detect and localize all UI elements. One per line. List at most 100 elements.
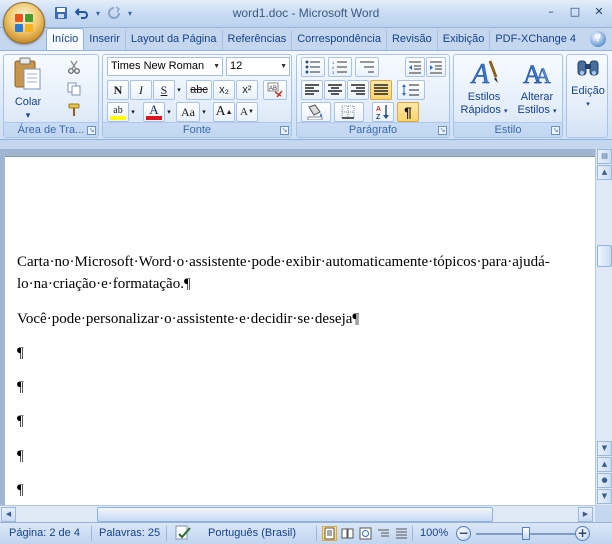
page[interactable]: Carta·no·Microsoft·Word·o·assistente·pod… bbox=[5, 156, 595, 505]
page-count[interactable]: Página: 2 de 4 bbox=[9, 527, 80, 539]
align-center-icon[interactable] bbox=[324, 80, 346, 100]
sort-button[interactable]: AZ bbox=[372, 102, 394, 122]
line-spacing-icon[interactable] bbox=[397, 80, 425, 100]
show-hide-button[interactable]: ¶ bbox=[397, 102, 419, 122]
change-styles-label-1: Alterar bbox=[520, 91, 554, 103]
document-area: Carta·no·Microsoft·Word·o·assistente·pod… bbox=[0, 149, 595, 505]
word-count[interactable]: Palavras: 25 bbox=[99, 527, 160, 539]
title-bar: ▾ ▾ word1.doc - Microsoft Word – □ ✕ bbox=[0, 0, 612, 28]
print-layout-view-icon[interactable] bbox=[322, 526, 337, 541]
zoom-slider-thumb[interactable] bbox=[522, 527, 530, 540]
next-page-icon[interactable]: ▼ bbox=[597, 489, 612, 504]
horizontal-scroll-thumb[interactable] bbox=[97, 507, 493, 522]
scroll-right-icon[interactable]: ▶ bbox=[578, 507, 593, 522]
font-color-button[interactable]: A bbox=[143, 102, 165, 122]
tab-inicio[interactable]: Início bbox=[46, 28, 85, 50]
underline-button[interactable]: S bbox=[153, 80, 175, 100]
paste-button[interactable]: Colar ▾ bbox=[8, 57, 48, 122]
underline-dropdown-icon[interactable]: ▾ bbox=[175, 80, 183, 100]
full-screen-reading-view-icon[interactable] bbox=[340, 526, 355, 541]
doc-line: Carta·no·Microsoft·Word·o·assistente·pod… bbox=[17, 254, 550, 270]
zoom-in-button[interactable]: + bbox=[575, 526, 590, 541]
paste-dropdown-icon[interactable]: ▾ bbox=[8, 109, 48, 122]
draft-view-icon[interactable] bbox=[394, 526, 409, 541]
outline-view-icon[interactable] bbox=[376, 526, 391, 541]
tab-revisao[interactable]: Revisão bbox=[387, 30, 438, 50]
decrease-indent-icon[interactable] bbox=[405, 57, 425, 77]
font-size-dropdown-icon[interactable]: ▼ bbox=[280, 63, 287, 70]
font-launcher-icon[interactable]: ↘ bbox=[280, 126, 289, 135]
doc-line: Você·pode·personalizar·o·assistente·e·de… bbox=[17, 311, 360, 327]
zoom-out-button[interactable]: − bbox=[456, 526, 471, 541]
format-painter-icon[interactable] bbox=[64, 100, 84, 120]
tab-referencias[interactable]: Referências bbox=[223, 30, 293, 50]
align-right-icon[interactable] bbox=[347, 80, 369, 100]
justify-icon[interactable] bbox=[370, 80, 392, 100]
zoom-level[interactable]: 100% bbox=[420, 527, 448, 539]
multilevel-list-icon[interactable] bbox=[355, 57, 379, 77]
tab-inserir[interactable]: Inserir bbox=[84, 30, 126, 50]
previous-page-icon[interactable]: ▲ bbox=[597, 457, 612, 472]
strikethrough-button[interactable]: abc bbox=[186, 80, 212, 100]
change-styles-icon: A A bbox=[523, 60, 552, 89]
help-icon[interactable]: ? bbox=[590, 31, 606, 47]
vertical-scroll-thumb[interactable] bbox=[597, 245, 612, 267]
scroll-up-icon[interactable]: ▲ bbox=[597, 165, 612, 180]
quick-styles-button[interactable]: A Estilos Rápidos ▾ bbox=[458, 57, 510, 118]
web-layout-view-icon[interactable] bbox=[358, 526, 373, 541]
change-styles-button[interactable]: A A Alterar Estilos ▾ bbox=[512, 57, 562, 118]
scroll-down-icon[interactable]: ▼ bbox=[597, 441, 612, 456]
editing-dropdown-icon[interactable]: ▾ bbox=[568, 98, 608, 111]
language-status[interactable]: Português (Brasil) bbox=[208, 527, 296, 539]
tab-correspondencia[interactable]: Correspondência bbox=[292, 30, 387, 50]
bold-button[interactable]: N bbox=[107, 80, 129, 100]
vertical-scrollbar[interactable]: ▤ ▲ ▼ ▲ ● ▼ bbox=[595, 149, 612, 505]
align-left-icon[interactable] bbox=[301, 80, 323, 100]
font-name-combo[interactable]: Times New Roman ▼ bbox=[107, 57, 223, 76]
styles-launcher-icon[interactable]: ↘ bbox=[551, 126, 560, 135]
cut-icon[interactable] bbox=[64, 57, 84, 77]
font-size-combo[interactable]: 12 ▼ bbox=[226, 57, 290, 76]
font-name-dropdown-icon[interactable]: ▼ bbox=[213, 63, 220, 70]
change-case-dropdown-icon[interactable]: ▾ bbox=[200, 102, 208, 122]
paragraph-launcher-icon[interactable]: ↘ bbox=[438, 126, 447, 135]
maximize-button[interactable]: □ bbox=[564, 3, 586, 20]
font-size-value: 12 bbox=[230, 60, 243, 72]
close-button[interactable]: ✕ bbox=[588, 3, 610, 20]
change-case-button[interactable]: Aa bbox=[176, 102, 200, 122]
doc-line: ¶ bbox=[17, 413, 24, 429]
increase-indent-icon[interactable] bbox=[426, 57, 446, 77]
bullets-icon[interactable] bbox=[301, 57, 325, 77]
italic-button[interactable]: I bbox=[130, 80, 152, 100]
view-ruler-icon[interactable]: ▤ bbox=[597, 149, 612, 164]
font-group-label: Fonte bbox=[103, 122, 291, 137]
numbering-icon[interactable]: 123 bbox=[328, 57, 352, 77]
copy-icon[interactable] bbox=[64, 79, 84, 99]
status-separator bbox=[316, 526, 317, 541]
superscript-button[interactable]: x² bbox=[236, 80, 258, 100]
proofing-icon[interactable] bbox=[174, 525, 192, 544]
browse-object-icon[interactable]: ● bbox=[597, 473, 612, 488]
shading-icon[interactable] bbox=[301, 102, 331, 122]
borders-icon[interactable] bbox=[334, 102, 364, 122]
grow-font-button[interactable]: A ▲ bbox=[213, 102, 235, 122]
editing-button[interactable]: Edição ▾ bbox=[568, 57, 608, 111]
highlight-button[interactable]: ab bbox=[107, 102, 129, 122]
clear-formatting-icon[interactable]: AB bbox=[263, 80, 287, 100]
change-styles-label-2: Estilos ▾ bbox=[517, 104, 557, 116]
highlight-dropdown-icon[interactable]: ▾ bbox=[129, 102, 137, 122]
doc-line: ¶ bbox=[17, 345, 24, 361]
scroll-left-icon[interactable]: ◀ bbox=[1, 507, 16, 522]
minimize-button[interactable]: – bbox=[540, 3, 562, 20]
tab-exibicao[interactable]: Exibição bbox=[438, 30, 491, 50]
tab-pdf-xchange[interactable]: PDF-XChange 4 bbox=[490, 30, 581, 50]
clipboard-launcher-icon[interactable]: ↘ bbox=[87, 126, 96, 135]
font-color-dropdown-icon[interactable]: ▾ bbox=[165, 102, 173, 122]
styles-group: A Estilos Rápidos ▾ A A Alterar Estilos … bbox=[453, 54, 563, 138]
shrink-font-button[interactable]: A ▼ bbox=[236, 102, 258, 122]
office-button[interactable] bbox=[3, 2, 45, 44]
ruler-area bbox=[0, 141, 612, 149]
tab-layout-da-pagina[interactable]: Layout da Página bbox=[126, 30, 223, 50]
horizontal-scrollbar[interactable]: ◀ ▶ bbox=[0, 505, 595, 522]
subscript-button[interactable]: x₂ bbox=[213, 80, 235, 100]
